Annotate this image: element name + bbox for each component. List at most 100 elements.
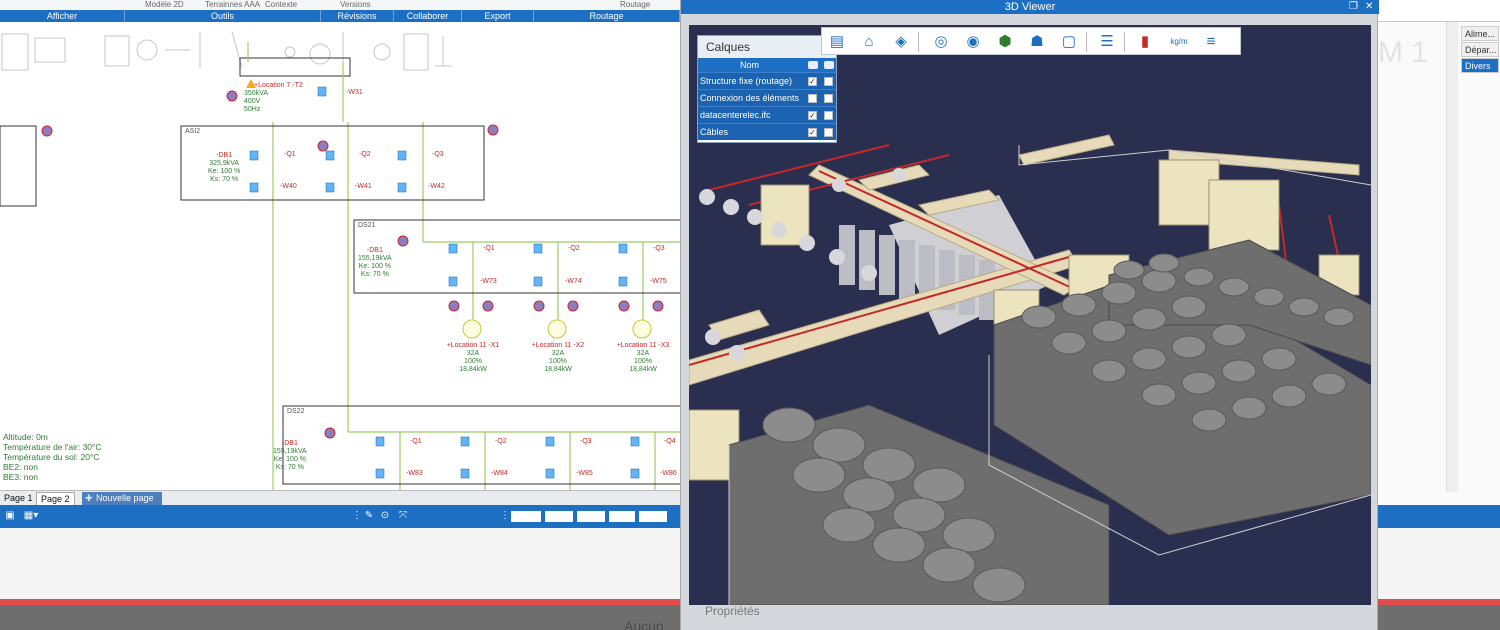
cable-label[interactable]: -W74 — [565, 278, 582, 286]
tab-depart[interactable]: Dépar... — [1461, 42, 1499, 57]
frame-icon[interactable]: ▢ — [1056, 30, 1082, 54]
settings-sliders-icon[interactable]: ☰ — [1094, 30, 1120, 54]
table-icon[interactable]: ▤ — [824, 30, 850, 54]
home-icon[interactable]: ⌂ — [856, 30, 882, 54]
properties-label: Propriétés — [705, 604, 760, 618]
cable-label[interactable]: -W41 — [355, 183, 372, 191]
ribbon-tab-afficher[interactable]: Afficher — [0, 10, 125, 22]
layer-row[interactable]: datacenterelec.ifc ✓ — [698, 106, 836, 123]
location-pin-icon[interactable]: ⊙ — [378, 510, 392, 522]
new-page-tab[interactable]: ✚ Nouvelle page — [82, 492, 162, 505]
breaker-label[interactable]: -Q2 — [568, 245, 580, 253]
layout-table-icon[interactable] — [511, 511, 541, 522]
diagram-badges — [41, 90, 664, 439]
bar-chart-icon[interactable]: ▮ — [1132, 30, 1158, 54]
weight-per-meter-icon[interactable]: kg/m — [1164, 30, 1194, 54]
cable-label[interactable]: -W83 — [406, 470, 423, 478]
show-hidden-icon[interactable]: ◉ — [960, 30, 986, 54]
layers-icon[interactable]: ◈ — [888, 30, 914, 54]
cable-label[interactable]: -W75 — [650, 278, 667, 286]
layer-name: datacenterelec.ifc — [700, 110, 771, 120]
breaker-label[interactable]: -Q1 — [483, 245, 495, 253]
cable-label[interactable]: -W42 — [428, 183, 445, 191]
board-ds21-name[interactable]: DS21 — [358, 222, 376, 230]
layer-transparent-checkbox[interactable] — [824, 111, 833, 120]
cable-label[interactable]: -W31 — [346, 89, 363, 97]
breaker-label[interactable]: -Q3 — [580, 438, 592, 446]
cable-label[interactable]: -W73 — [480, 278, 497, 286]
ribbon-top-label[interactable]: Versions — [340, 0, 371, 9]
edit-icon[interactable]: ✎ — [362, 510, 376, 522]
tab-alimentation[interactable]: Alime... — [1461, 26, 1499, 41]
load-current: 32A — [636, 350, 650, 357]
cable-label[interactable]: -W84 — [491, 470, 508, 478]
breaker-label[interactable]: -Q3 — [653, 245, 665, 253]
ghost-icon[interactable]: ☗ — [1024, 30, 1050, 54]
list-icon[interactable]: ≡ — [1198, 30, 1224, 54]
layer-visible-checkbox[interactable] — [808, 94, 817, 103]
restore-icon[interactable]: ❐ — [1349, 0, 1358, 14]
board-ke: Ke: 100 % — [273, 456, 307, 463]
env-air-temp: Température de l'air: 30°C — [3, 442, 102, 452]
layout-grid-icon[interactable] — [639, 511, 667, 522]
view-mode-icon[interactable]: ▣ — [4, 510, 16, 522]
layer-transparent-checkbox[interactable] — [824, 128, 833, 137]
tab-page-2[interactable]: Page 2 — [36, 492, 75, 505]
layer-transparent-checkbox[interactable] — [824, 94, 833, 103]
layout-list-icon[interactable] — [577, 511, 605, 522]
ribbon-tab-export[interactable]: Export — [462, 10, 534, 22]
layer-transparent-checkbox[interactable] — [824, 77, 833, 86]
transformer-name[interactable]: +Location 7 -T2 — [244, 82, 303, 90]
load-info[interactable]: +Location 11 -X2 32A 100% 18,84kW — [525, 342, 591, 374]
grid-dropdown-icon[interactable]: ▦▾ — [22, 510, 40, 522]
bus-lines — [247, 42, 688, 490]
tab-divers[interactable]: Divers — [1461, 58, 1499, 73]
breaker-label[interactable]: -Q4 — [664, 438, 676, 446]
breaker-label[interactable]: -Q3 — [432, 151, 444, 159]
right-scrollbar[interactable] — [1446, 22, 1458, 492]
breaker-label[interactable]: -Q1 — [284, 151, 296, 159]
breaker-label[interactable]: -Q2 — [495, 438, 507, 446]
ribbon-tab-collaborer[interactable]: Collaborer — [394, 10, 462, 22]
ribbon-top-label[interactable]: Modèle 2D — [145, 0, 184, 9]
toolbar-separator — [1086, 32, 1087, 52]
board-ds22-name[interactable]: DS22 — [287, 408, 305, 416]
load-info[interactable]: +Location 11 -X3 32A 100% 18,84kW — [610, 342, 676, 374]
ribbon-top-label[interactable]: Routage — [620, 0, 650, 9]
cable-label[interactable]: -W85 — [576, 470, 593, 478]
close-icon[interactable]: ✕ — [1365, 0, 1373, 14]
cube-icon[interactable]: ⬢ — [992, 30, 1018, 54]
viewer-title[interactable]: 3D Viewer — [681, 0, 1379, 14]
ribbon-tab-revisions[interactable]: Révisions — [321, 10, 394, 22]
hide-icon[interactable]: ◎ — [928, 30, 954, 54]
ribbon-tab-outils[interactable]: Outils — [125, 10, 321, 22]
layer-name: Structure fixe (routage) — [700, 76, 793, 86]
layer-row[interactable]: Structure fixe (routage) ✓ — [698, 72, 836, 89]
tab-page-1[interactable]: Page 1 — [0, 492, 37, 505]
board-ds22-info: -DB1 155,19kVA Ke: 100 % Ks: 70 % — [273, 440, 307, 472]
diagram-canvas[interactable]: +Location 7 -T2 350kVA 400V 50Hz -W31 AS… — [0, 22, 688, 490]
ribbon-group-labels: Afficher Outils Révisions Collaborer Exp… — [0, 10, 680, 22]
layer-row[interactable]: Câbles ✓ — [698, 123, 836, 140]
ribbon-top-label[interactable]: Terrainnes AAA — [205, 0, 260, 9]
transformer-power: 350kVA — [244, 90, 268, 97]
cable-label[interactable]: -W40 — [280, 183, 297, 191]
breaker-label[interactable]: -Q2 — [359, 151, 371, 159]
ribbon-top-label[interactable]: Contexte — [265, 0, 297, 9]
load-info[interactable]: +Location 11 -X1 32A 100% 18,84kW — [440, 342, 506, 374]
layer-visible-checkbox[interactable]: ✓ — [808, 111, 817, 120]
ribbon-tab-routage[interactable]: Routage — [534, 10, 680, 22]
layer-visible-checkbox[interactable]: ✓ — [808, 128, 817, 137]
layout-chart-icon[interactable] — [545, 511, 573, 522]
layer-row[interactable]: Connexion des éléments — [698, 89, 836, 106]
layout-calc-icon[interactable] — [609, 511, 635, 522]
board-asi2-name[interactable]: ASI2 — [185, 128, 200, 136]
fit-icon[interactable]: ⤧ — [396, 510, 410, 522]
board-power: 155,19kVA — [273, 448, 307, 455]
cable-label[interactable]: -W86 — [660, 470, 677, 478]
layer-visible-checkbox[interactable]: ✓ — [808, 77, 817, 86]
breaker-label[interactable]: -Q1 — [410, 438, 422, 446]
board-ks: Ks: 70 % — [210, 176, 239, 183]
board-power: 155,19kVA — [358, 255, 392, 262]
page-tabs: Page 1 Page 2 ✚ Nouvelle page — [0, 490, 688, 505]
